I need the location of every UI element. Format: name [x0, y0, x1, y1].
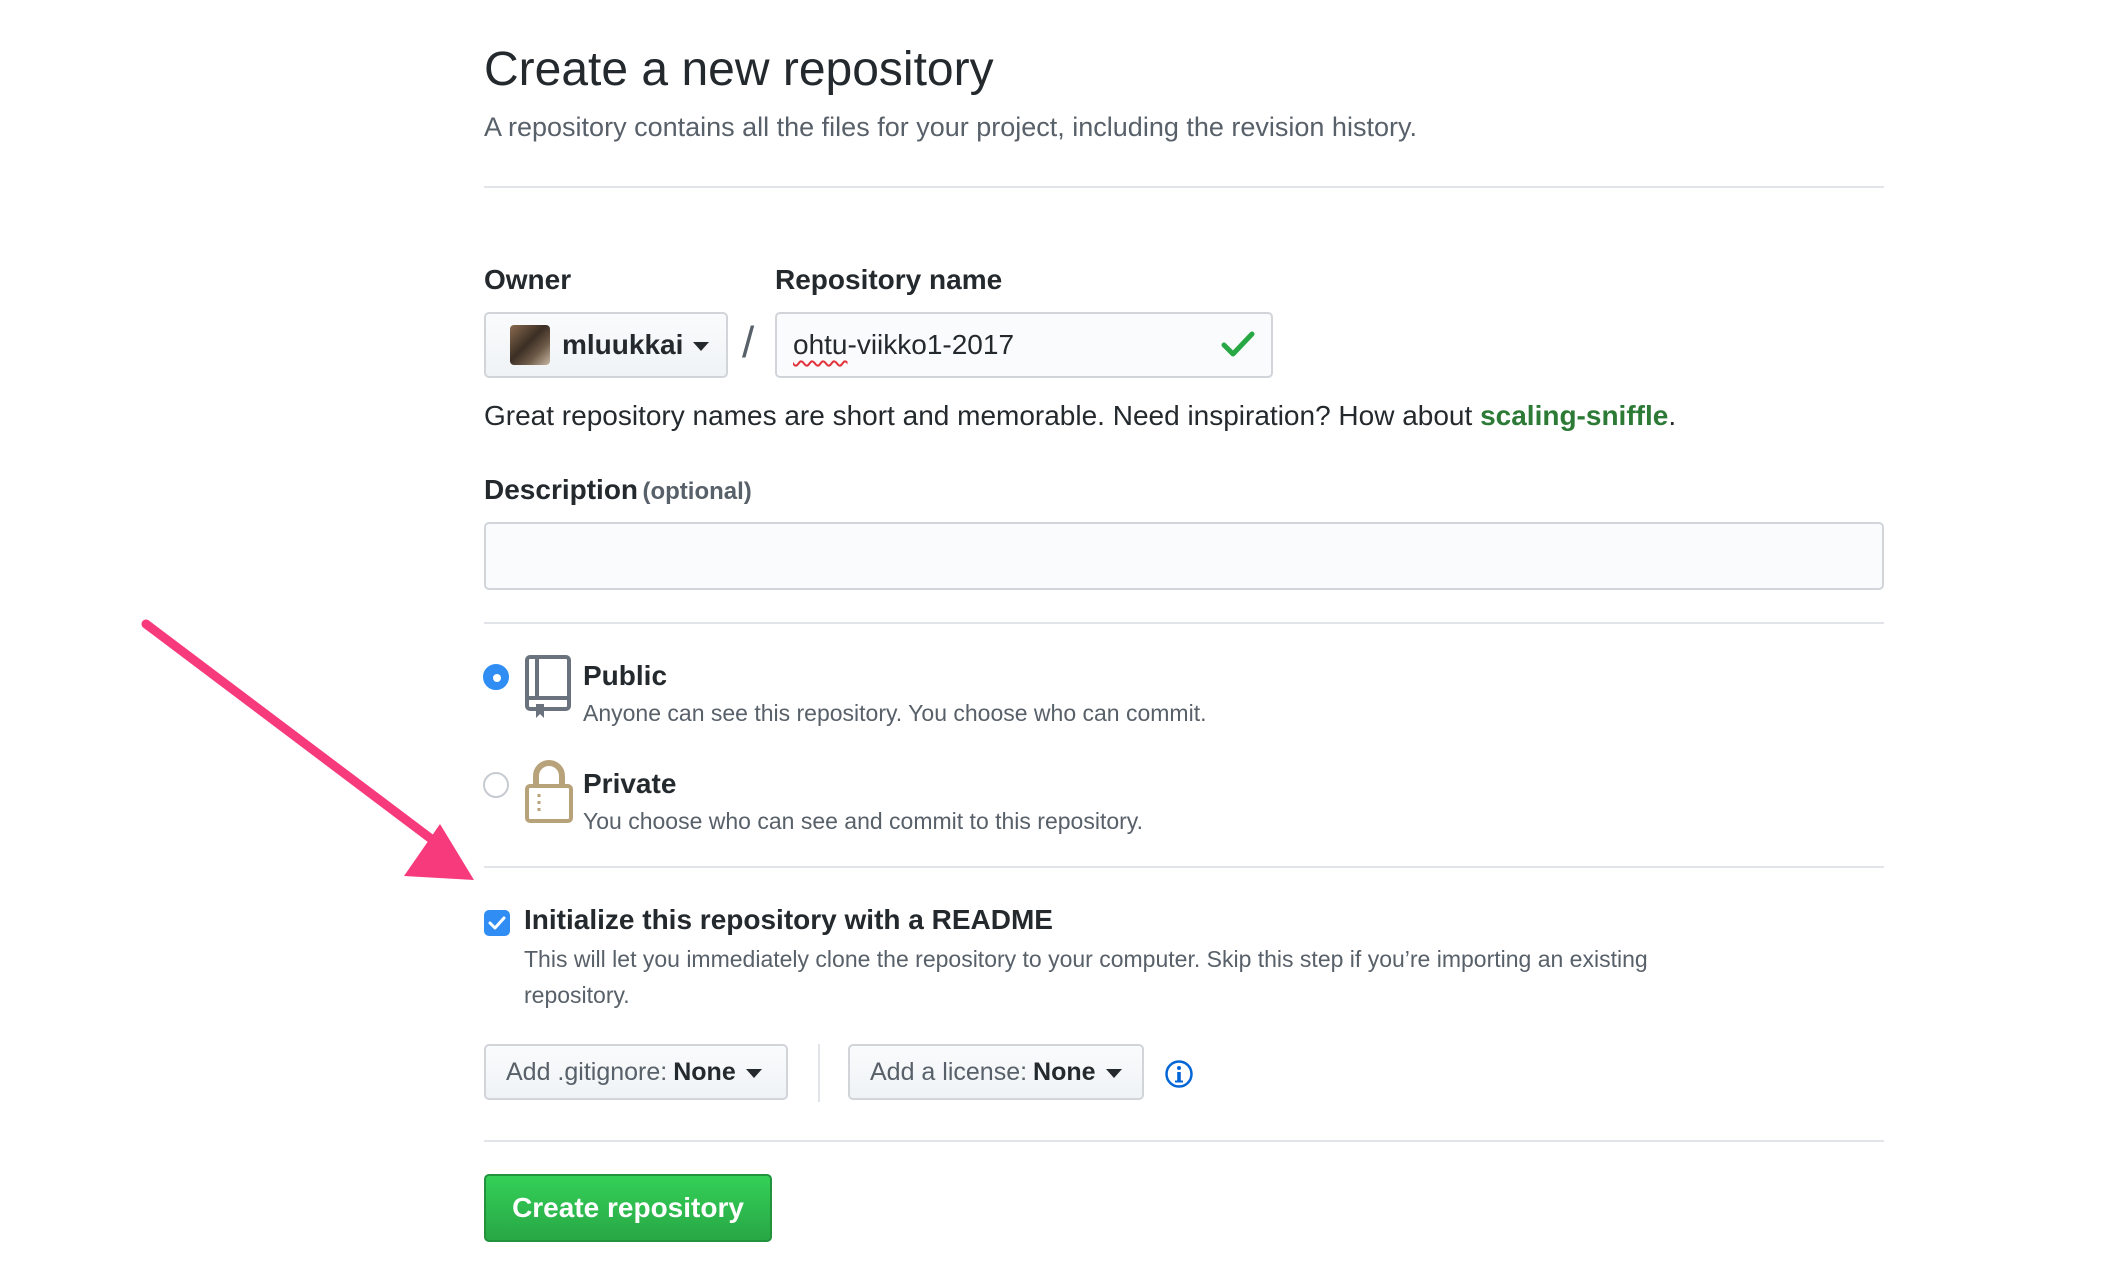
- divider: [484, 866, 1884, 868]
- chevron-down-icon: [1105, 1068, 1122, 1078]
- readme-desc-line2: repository.: [524, 982, 630, 1008]
- description-label-group: Description (optional): [484, 474, 752, 506]
- license-label: Add a license:: [870, 1057, 1028, 1086]
- chevron-down-icon: [745, 1068, 762, 1078]
- public-desc: Anyone can see this repository. You choo…: [583, 700, 1207, 726]
- owner-label: Owner: [484, 264, 572, 295]
- optional-tag: (optional): [642, 478, 752, 505]
- readme-checkbox[interactable]: [484, 910, 510, 936]
- create-repo-form: Create a new repository A repository con…: [483, 0, 1884, 1264]
- private-desc: You choose who can see and commit to thi…: [583, 808, 1143, 834]
- license-select[interactable]: Add a license: None: [848, 1044, 1144, 1100]
- readme-desc-line1: This will let you immediately clone the …: [524, 946, 1648, 972]
- hint-end: .: [1668, 400, 1677, 431]
- public-title: Public: [583, 660, 668, 691]
- check-icon: [1221, 331, 1255, 357]
- avatar: [510, 325, 550, 365]
- repo-icon: [525, 655, 571, 718]
- gitignore-label: Add .gitignore:: [506, 1057, 668, 1086]
- gitignore-select[interactable]: Add .gitignore: None: [484, 1044, 788, 1100]
- private-radio[interactable]: [483, 772, 509, 798]
- readme-title: Initialize this repository with a README: [524, 904, 1053, 935]
- private-title: Private: [583, 768, 677, 799]
- page-subtitle: A repository contains all the files for …: [484, 112, 1417, 142]
- repo-name-misspelled-part: ohtu: [793, 329, 848, 360]
- name-hint: Great repository names are short and mem…: [484, 400, 1676, 432]
- checkmark-icon: [488, 916, 506, 930]
- owner-select[interactable]: mluukkai: [484, 312, 728, 378]
- lock-icon: [525, 760, 573, 823]
- dropdown-separator: [818, 1044, 820, 1102]
- divider: [484, 1140, 1884, 1142]
- page-title: Create a new repository: [484, 43, 994, 96]
- owner-name: mluukkai: [562, 329, 684, 360]
- divider: [484, 622, 1884, 624]
- description-input[interactable]: [484, 522, 1884, 590]
- license-value: None: [1033, 1057, 1096, 1086]
- hint-text: Great repository names are short and mem…: [484, 400, 1481, 431]
- chevron-down-icon: [693, 341, 710, 351]
- description-label: Description: [484, 474, 639, 505]
- owner-repo-separator: /: [742, 318, 755, 367]
- repo-name-label: Repository name: [775, 264, 1003, 295]
- public-radio[interactable]: [483, 664, 509, 690]
- info-icon[interactable]: [1164, 1059, 1194, 1089]
- name-suggestion-link[interactable]: scaling-sniffle: [1480, 400, 1668, 431]
- repo-name-input[interactable]: ohtu -viikko1-2017: [775, 312, 1273, 378]
- create-repository-button[interactable]: Create repository: [484, 1174, 772, 1242]
- gitignore-value: None: [673, 1057, 736, 1086]
- repo-name-rest: -viikko1-2017: [847, 329, 1015, 360]
- divider: [484, 186, 1884, 188]
